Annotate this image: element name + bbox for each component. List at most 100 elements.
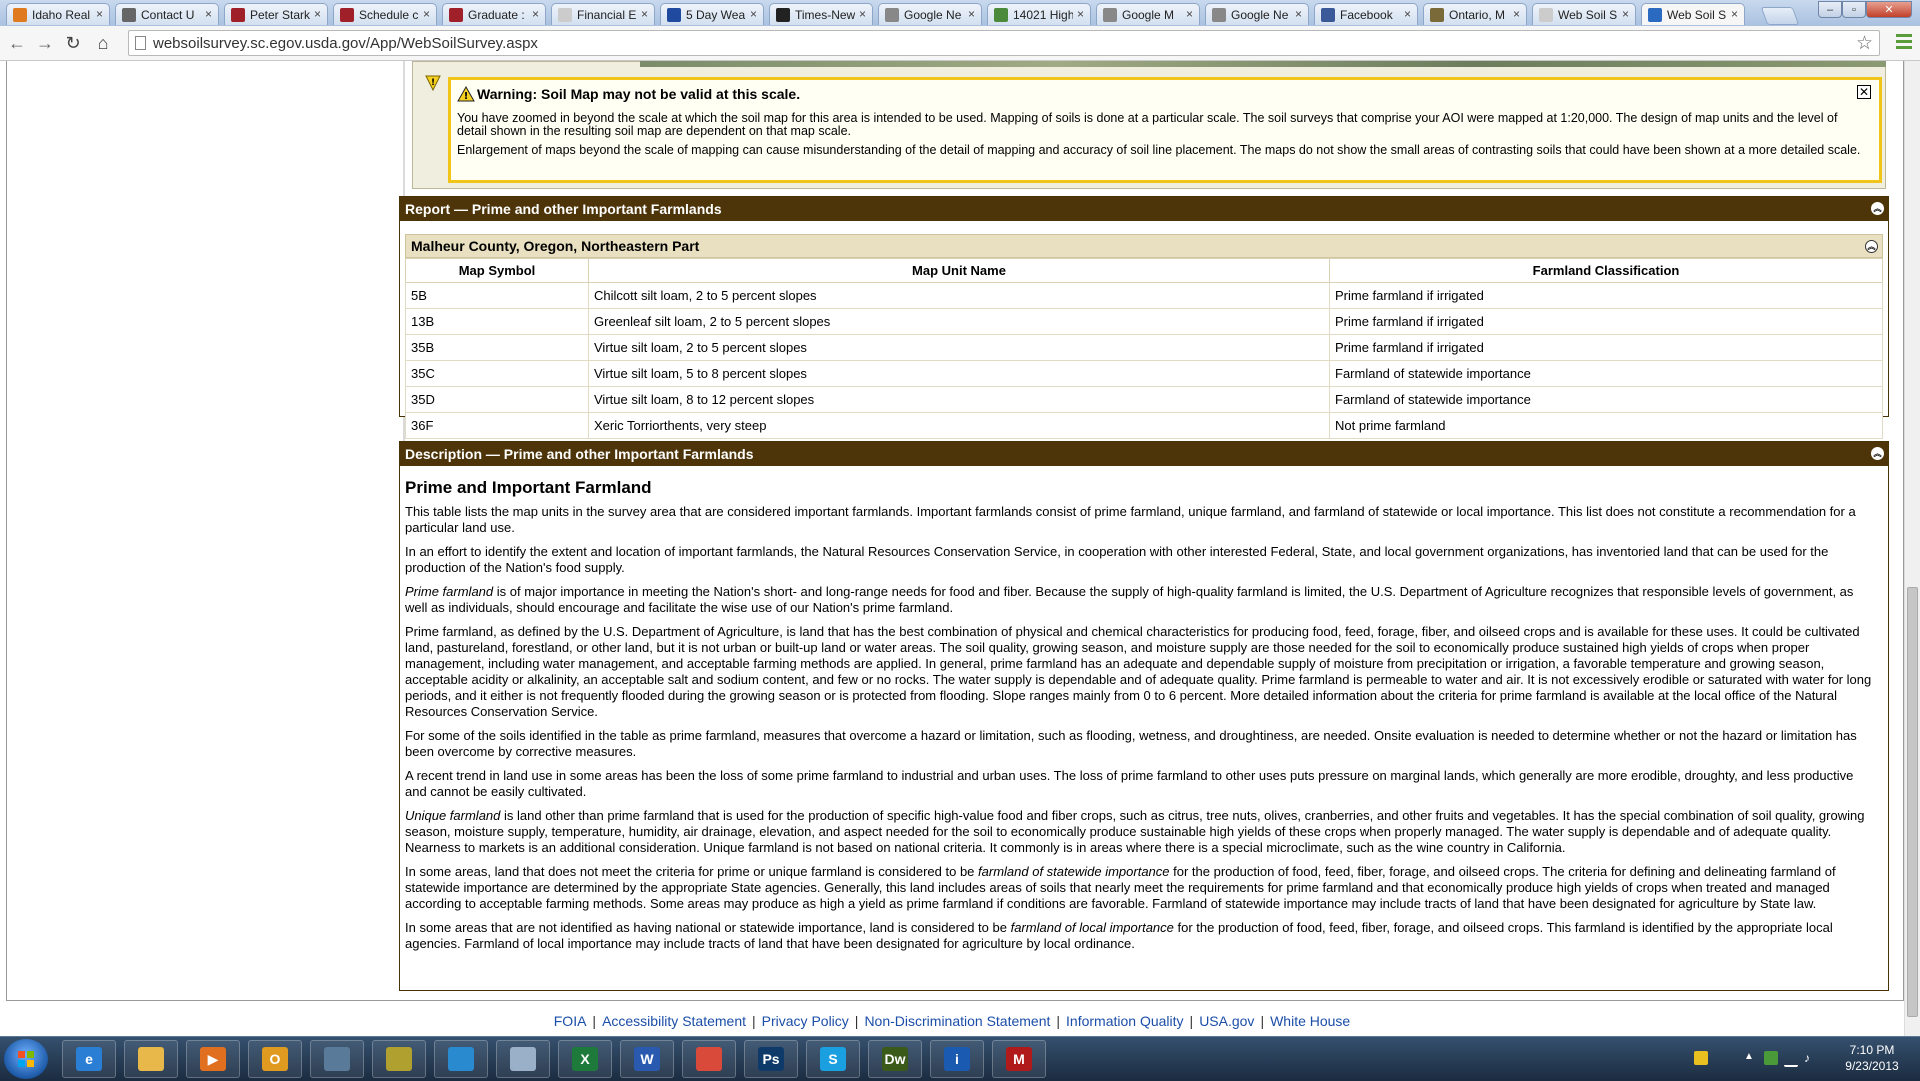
word-taskbar-button[interactable]: W bbox=[620, 1040, 674, 1078]
farmland-class-cell: Prime farmland if irrigated bbox=[1329, 282, 1883, 309]
footer-link-usa-gov[interactable]: USA.gov bbox=[1199, 1013, 1254, 1029]
skype-taskbar-button[interactable]: S bbox=[806, 1040, 860, 1078]
help-notification-icon[interactable] bbox=[1694, 1051, 1708, 1065]
browser-tab[interactable]: Ontario, M × bbox=[1423, 3, 1527, 25]
chrome-icon bbox=[696, 1047, 722, 1071]
app-taskbar-button-3[interactable] bbox=[434, 1040, 488, 1078]
browser-tab[interactable]: Times-New × bbox=[769, 3, 873, 25]
tab-close-icon[interactable]: × bbox=[96, 7, 103, 21]
browser-tab[interactable]: Web Soil S × bbox=[1532, 3, 1636, 25]
browser-tab[interactable]: Contact U × bbox=[115, 3, 219, 25]
app-taskbar-button-2[interactable] bbox=[372, 1040, 426, 1078]
media-player-taskbar-button[interactable]: ▶ bbox=[186, 1040, 240, 1078]
url-text: websoilsurvey.sc.egov.usda.gov/App/WebSo… bbox=[153, 35, 538, 52]
tab-close-icon[interactable]: × bbox=[968, 7, 975, 21]
footer-link-information-quality[interactable]: Information Quality bbox=[1066, 1013, 1184, 1029]
map-symbol-cell[interactable]: 5B bbox=[405, 282, 589, 309]
map-symbol-cell[interactable]: 36F bbox=[405, 412, 589, 439]
tab-close-icon[interactable]: × bbox=[750, 7, 757, 21]
tab-close-icon[interactable]: × bbox=[1295, 7, 1302, 21]
bookmark-star-icon[interactable]: ☆ bbox=[1856, 32, 1873, 55]
scrollbar-thumb[interactable] bbox=[1907, 587, 1918, 1017]
info-taskbar-button[interactable]: i bbox=[930, 1040, 984, 1078]
browser-tab[interactable]: 5 Day Wea × bbox=[660, 3, 764, 25]
browser-tab[interactable]: 14021 High × bbox=[987, 3, 1091, 25]
browser-tab[interactable]: Financial E × bbox=[551, 3, 655, 25]
browser-tab[interactable]: Schedule c × bbox=[333, 3, 437, 25]
chrome-taskbar-button[interactable] bbox=[682, 1040, 736, 1078]
tab-title: Financial E bbox=[577, 8, 637, 22]
tab-close-icon[interactable]: × bbox=[1731, 7, 1738, 21]
table-row: 36F Xeric Torriorthents, very steep Not … bbox=[405, 412, 1883, 439]
tab-close-icon[interactable]: × bbox=[205, 7, 212, 21]
footer-link-accessibility[interactable]: Accessibility Statement bbox=[602, 1013, 746, 1029]
footer-separator: | bbox=[1260, 1013, 1265, 1029]
browser-tab[interactable]: Web Soil S × bbox=[1641, 3, 1745, 25]
volume-icon[interactable]: ♪ bbox=[1804, 1051, 1818, 1065]
app-taskbar-button-1[interactable] bbox=[310, 1040, 364, 1078]
tab-title: Schedule c bbox=[359, 8, 419, 22]
dreamweaver-taskbar-button[interactable]: Dw bbox=[868, 1040, 922, 1078]
collapse-county-icon[interactable]: ︽ bbox=[1865, 240, 1878, 253]
close-window-button[interactable]: ✕ bbox=[1866, 1, 1912, 18]
minimize-button[interactable]: – bbox=[1818, 1, 1842, 18]
map-symbol-cell[interactable]: 13B bbox=[405, 308, 589, 335]
collapse-description-icon[interactable]: ︽ bbox=[1871, 447, 1884, 460]
tab-title: Web Soil S bbox=[1558, 8, 1618, 22]
network-icon[interactable] bbox=[1784, 1051, 1798, 1067]
security-tray-icon[interactable] bbox=[1764, 1051, 1778, 1065]
browser-tab[interactable]: Google Ne × bbox=[878, 3, 982, 25]
mcafee-icon: M bbox=[1006, 1047, 1032, 1071]
outlook-taskbar-button[interactable]: O bbox=[248, 1040, 302, 1078]
vertical-scrollbar[interactable] bbox=[1904, 61, 1920, 1036]
address-bar[interactable]: websoilsurvey.sc.egov.usda.gov/App/WebSo… bbox=[128, 30, 1880, 56]
tab-close-icon[interactable]: × bbox=[314, 7, 321, 21]
chrome-menu-icon[interactable] bbox=[1896, 34, 1912, 52]
tab-close-icon[interactable]: × bbox=[1404, 7, 1411, 21]
notepad-taskbar-button[interactable] bbox=[496, 1040, 550, 1078]
explorer-taskbar-button[interactable] bbox=[124, 1040, 178, 1078]
browser-tab[interactable]: Idaho Real × bbox=[6, 3, 110, 25]
page-icon bbox=[135, 36, 146, 50]
maximize-button[interactable]: ▫ bbox=[1842, 1, 1866, 18]
back-arrow-icon[interactable]: ← bbox=[6, 32, 28, 54]
footer-link-white-house[interactable]: White House bbox=[1270, 1013, 1350, 1029]
close-warning-icon[interactable]: ✕ bbox=[1857, 85, 1871, 99]
mcafee-taskbar-button[interactable]: M bbox=[992, 1040, 1046, 1078]
show-hidden-icons-icon[interactable]: ▲ bbox=[1744, 1051, 1758, 1065]
home-icon[interactable]: ⌂ bbox=[92, 32, 114, 54]
county-header[interactable]: Malheur County, Oregon, Northeastern Par… bbox=[405, 234, 1883, 258]
footer-link-privacy[interactable]: Privacy Policy bbox=[762, 1013, 849, 1029]
footer-link-non-discrimination[interactable]: Non-Discrimination Statement bbox=[864, 1013, 1050, 1029]
tab-close-icon[interactable]: × bbox=[641, 7, 648, 21]
tab-close-icon[interactable]: × bbox=[1622, 7, 1629, 21]
collapse-report-icon[interactable]: ︽ bbox=[1871, 202, 1884, 215]
new-tab-button[interactable] bbox=[1760, 7, 1800, 25]
description-paragraph: For some of the soils identified in the … bbox=[405, 728, 1857, 759]
forward-arrow-icon[interactable]: → bbox=[34, 32, 56, 54]
browser-tab[interactable]: Peter Stark × bbox=[224, 3, 328, 25]
tab-close-icon[interactable]: × bbox=[859, 7, 866, 21]
tab-close-icon[interactable]: × bbox=[1513, 7, 1520, 21]
clock[interactable]: 7:10 PM 9/23/2013 bbox=[1832, 1042, 1912, 1074]
excel-taskbar-button[interactable]: X bbox=[558, 1040, 612, 1078]
map-symbol-cell[interactable]: 35C bbox=[405, 360, 589, 387]
map-symbol-cell[interactable]: 35B bbox=[405, 334, 589, 361]
ie-taskbar-button[interactable]: e bbox=[62, 1040, 116, 1078]
tab-close-icon[interactable]: × bbox=[1077, 7, 1084, 21]
description-paragraph: Unique farmland is land other than prime… bbox=[405, 808, 1875, 856]
start-button[interactable] bbox=[4, 1039, 48, 1079]
browser-tab[interactable]: Google Ne × bbox=[1205, 3, 1309, 25]
browser-tab[interactable]: Facebook × bbox=[1314, 3, 1418, 25]
browser-tab[interactable]: Google M × bbox=[1096, 3, 1200, 25]
description-header[interactable]: Description — Prime and other Important … bbox=[400, 442, 1888, 466]
reload-icon[interactable]: ↻ bbox=[62, 32, 84, 54]
tab-close-icon[interactable]: × bbox=[423, 7, 430, 21]
footer-link-foia[interactable]: FOIA bbox=[554, 1013, 587, 1029]
photoshop-taskbar-button[interactable]: Ps bbox=[744, 1040, 798, 1078]
map-symbol-cell[interactable]: 35D bbox=[405, 386, 589, 413]
tab-close-icon[interactable]: × bbox=[1186, 7, 1193, 21]
report-header[interactable]: Report — Prime and other Important Farml… bbox=[400, 197, 1888, 221]
browser-tab[interactable]: Graduate : × bbox=[442, 3, 546, 25]
tab-close-icon[interactable]: × bbox=[532, 7, 539, 21]
